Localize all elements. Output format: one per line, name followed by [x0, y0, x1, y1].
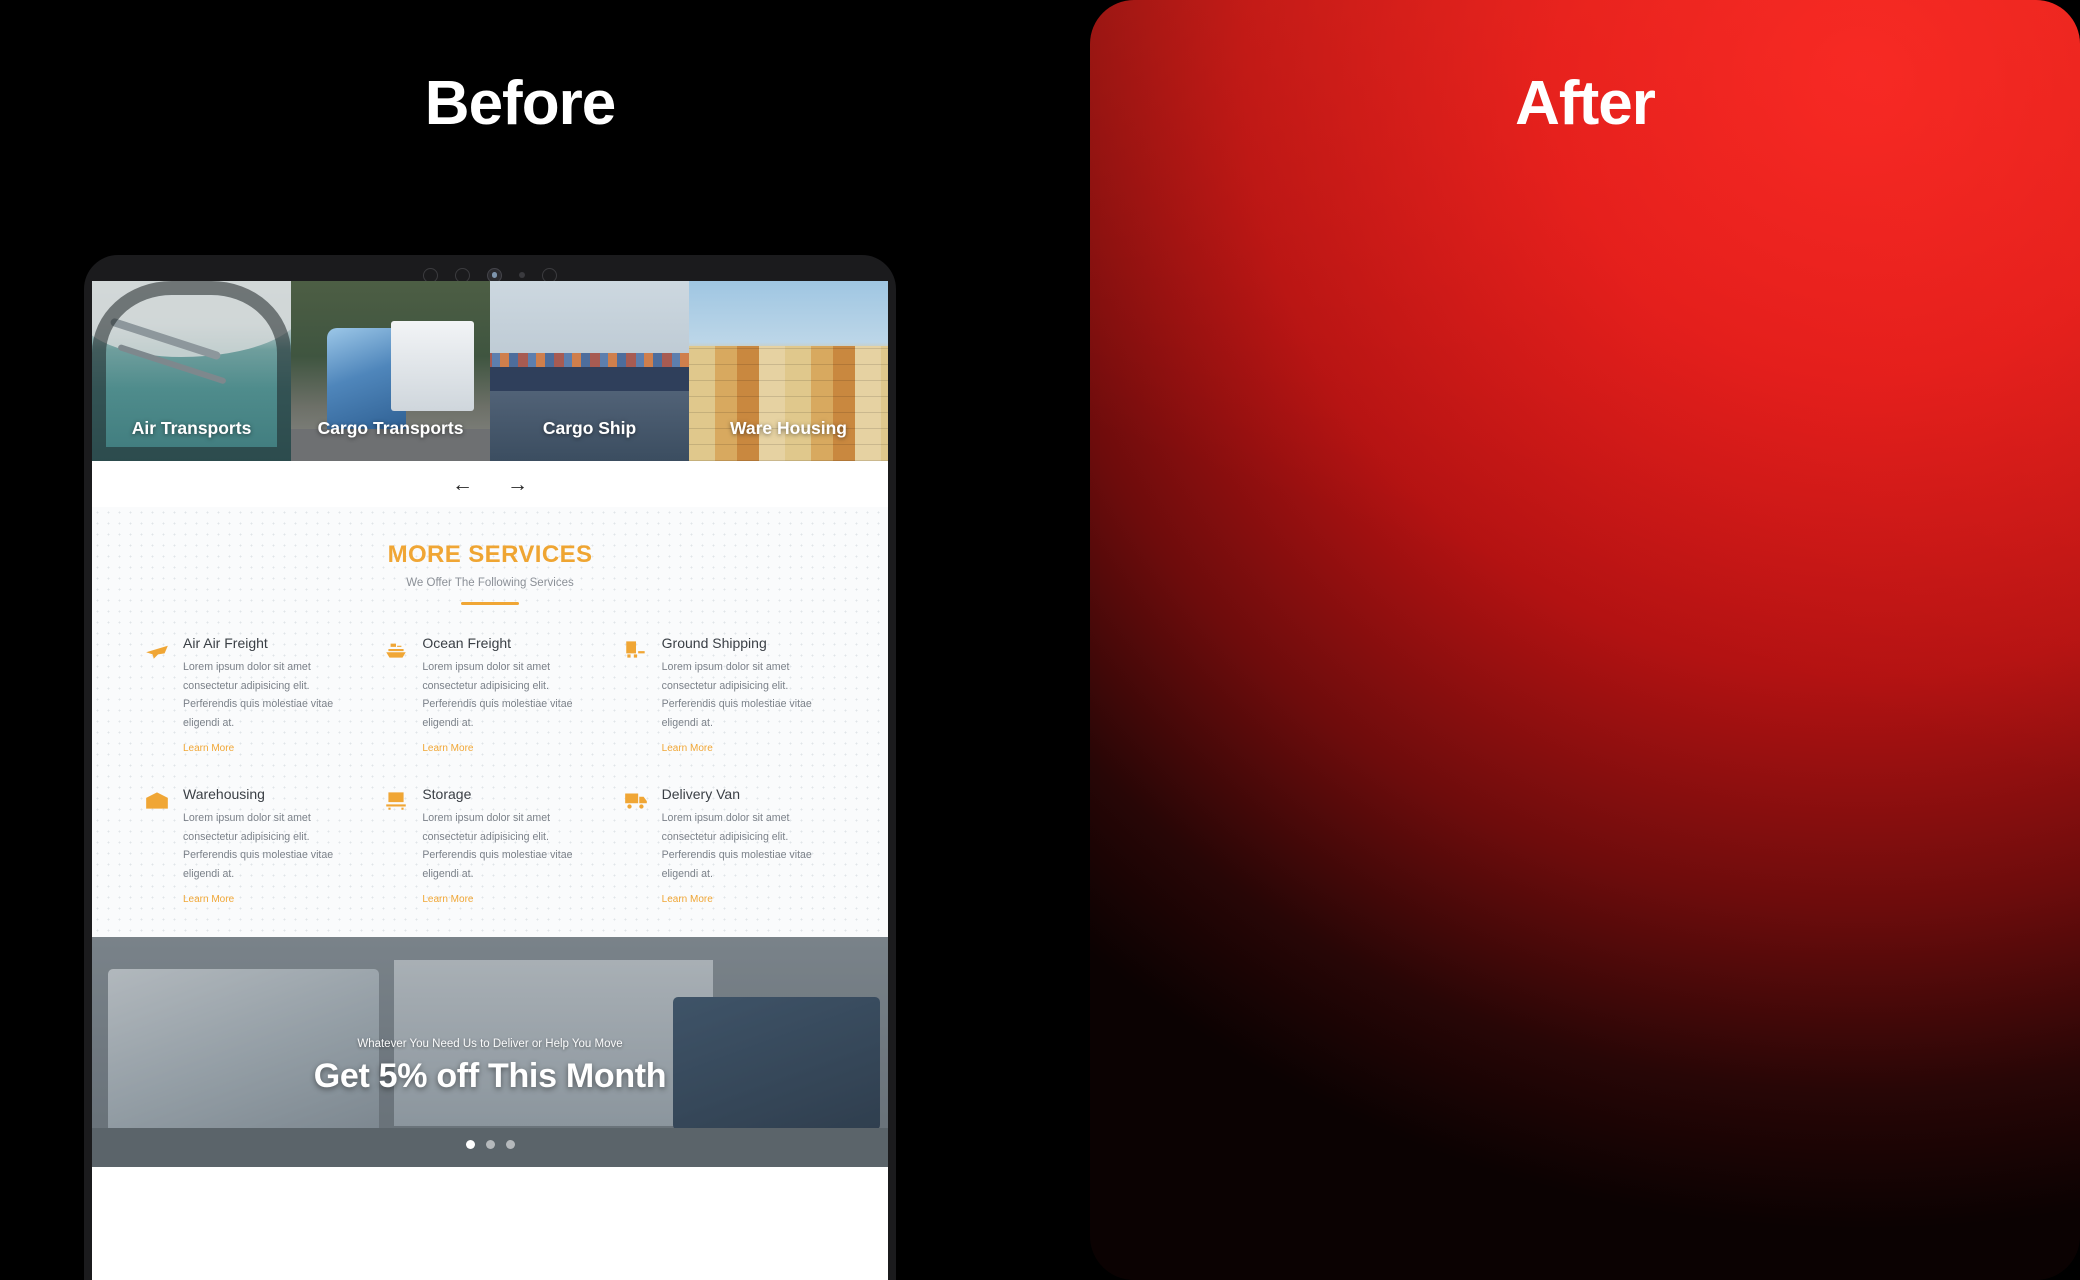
sensor-dot-icon	[519, 272, 525, 278]
service-item[interactable]: Ocean Freight Lorem ipsum dolor sit amet…	[383, 635, 596, 756]
airplane-icon	[144, 635, 170, 756]
ship-icon	[383, 635, 409, 756]
service-learn-more-link[interactable]: Learn More	[662, 894, 713, 905]
promo-headline: Get 5% off This Month	[313, 1057, 667, 1096]
services-divider	[461, 602, 519, 605]
box-pallet-icon	[383, 786, 409, 907]
service-item[interactable]: Storage Lorem ipsum dolor sit amet conse…	[383, 786, 596, 907]
service-item-text: Lorem ipsum dolor sit amet consectetur a…	[422, 812, 573, 880]
warehouse-icon	[144, 786, 170, 907]
promo-tagline: Whatever You Need Us to Deliver or Help …	[357, 1038, 623, 1051]
before-panel-title: Before	[424, 69, 616, 138]
hero-slide-label: Ware Housing	[730, 418, 847, 438]
comparison-stage: Before Air Transports Cargo Transports C…	[0, 0, 2080, 1280]
hero-slide-label: Cargo Transports	[317, 418, 464, 438]
hero-slide-cargo-ship[interactable]: Cargo Ship	[490, 281, 689, 461]
service-item-text: Lorem ipsum dolor sit amet consectetur a…	[183, 661, 334, 729]
service-item-title: Air Air Freight	[183, 635, 268, 651]
before-screen: Air Transports Cargo Transports Cargo Sh…	[92, 281, 888, 1280]
service-item-text: Lorem ipsum dolor sit amet consectetur a…	[183, 812, 334, 880]
before-tablet-frame: Air Transports Cargo Transports Cargo Sh…	[84, 255, 896, 1280]
hero-slide-air-transports[interactable]: Air Transports	[92, 281, 291, 461]
service-item-title: Delivery Van	[661, 786, 740, 803]
services-heading-block: MORE SERVICES We Offer The Following Ser…	[92, 541, 888, 605]
service-item[interactable]: Warehousing Lorem ipsum dolor sit amet c…	[144, 786, 357, 907]
before-panel: Before Air Transports Cargo Transports C…	[0, 0, 1040, 1280]
service-learn-more-link[interactable]: Learn More	[662, 743, 713, 754]
carousel-arrows: ← →	[92, 461, 888, 507]
carousel-next-icon[interactable]: →	[507, 474, 528, 495]
hero-slide-ware-housing[interactable]: Ware Housing	[689, 281, 888, 461]
services-title-light: MORE	[387, 541, 462, 568]
service-learn-more-link[interactable]: Learn More	[183, 743, 234, 754]
hero-slide-label: Air Transports	[131, 418, 252, 438]
carousel-dot-active[interactable]	[465, 1140, 475, 1150]
service-item-text: Lorem ipsum dolor sit amet consectetur a…	[661, 812, 812, 880]
carousel-prev-icon[interactable]: ←	[452, 474, 473, 495]
before-services-section: MORE SERVICES We Offer The Following Ser…	[92, 507, 888, 938]
services-subtitle: We Offer The Following Services	[406, 577, 574, 589]
before-hero-carousel[interactable]: Air Transports Cargo Transports Cargo Sh…	[92, 281, 888, 461]
services-grid: Air Air Freight Lorem ipsum dolor sit am…	[92, 635, 888, 907]
carousel-dots[interactable]	[92, 1140, 888, 1150]
service-item[interactable]: Delivery Van Lorem ipsum dolor sit amet …	[623, 786, 836, 907]
delivery-truck-icon	[623, 786, 649, 907]
services-title: MORE SERVICES	[92, 541, 888, 569]
after-panel-title: After	[1515, 69, 1656, 138]
carousel-dot[interactable]	[505, 1140, 515, 1150]
after-panel: After HBSZ Enterprises (Pvt.) Ltd.	[1090, 0, 2080, 1280]
service-item-title: Storage	[422, 786, 472, 803]
forklift-icon	[623, 635, 649, 756]
promo-banner: Whatever You Need Us to Deliver or Help …	[92, 937, 888, 1168]
promo-copy: Whatever You Need Us to Deliver or Help …	[92, 1038, 888, 1096]
service-item-text: Lorem ipsum dolor sit amet consectetur a…	[422, 661, 573, 729]
carousel-dot[interactable]	[485, 1140, 495, 1150]
service-item-title: Ocean Freight	[422, 635, 512, 651]
services-title-bold: SERVICES	[468, 541, 593, 568]
service-item-title: Ground Shipping	[661, 635, 767, 651]
service-item[interactable]: Air Air Freight Lorem ipsum dolor sit am…	[144, 635, 357, 756]
service-learn-more-link[interactable]: Learn More	[183, 894, 234, 905]
service-item-text: Lorem ipsum dolor sit amet consectetur a…	[661, 661, 812, 729]
service-item-title: Warehousing	[183, 786, 265, 803]
hero-slide-label: Cargo Ship	[542, 418, 637, 438]
service-item[interactable]: Ground Shipping Lorem ipsum dolor sit am…	[623, 635, 836, 756]
hero-slide-cargo-transports[interactable]: Cargo Transports	[291, 281, 490, 461]
service-learn-more-link[interactable]: Learn More	[422, 743, 473, 754]
service-learn-more-link[interactable]: Learn More	[422, 894, 473, 905]
